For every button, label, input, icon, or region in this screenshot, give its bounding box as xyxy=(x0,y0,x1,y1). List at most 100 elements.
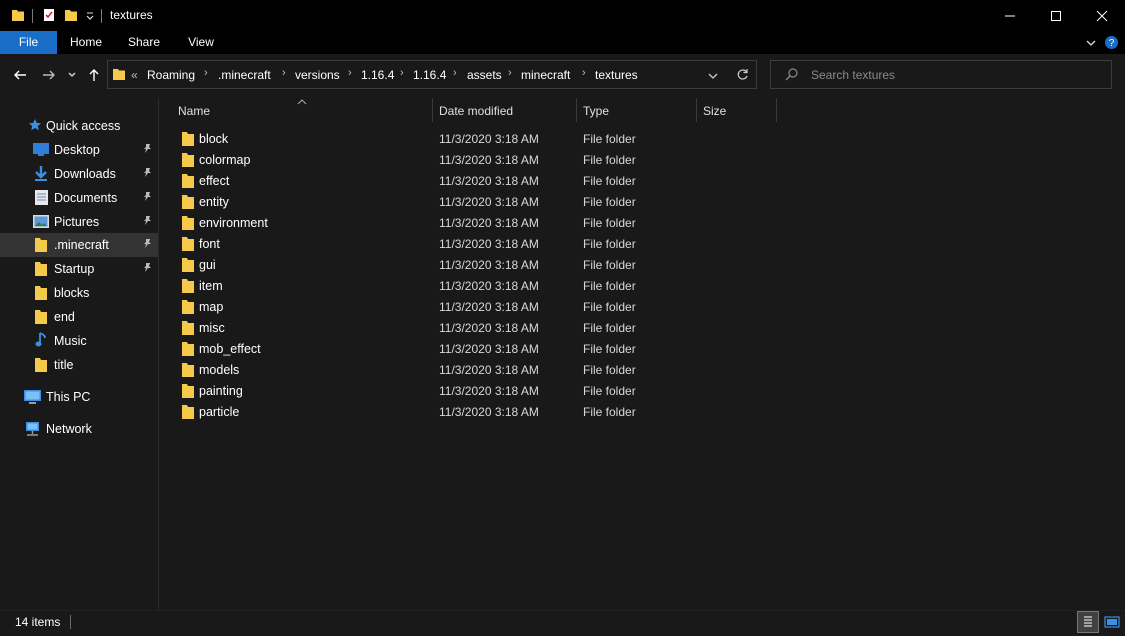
minimize-button[interactable] xyxy=(987,0,1033,31)
breadcrumb-roaming[interactable]: Roaming xyxy=(147,68,195,82)
column-resize-handle[interactable] xyxy=(696,98,697,122)
large-icons-view-button[interactable] xyxy=(1101,611,1123,633)
pane-divider[interactable] xyxy=(158,98,159,610)
list-item[interactable]: entity 11/3/2020 3:18 AM File folder xyxy=(172,191,692,212)
breadcrumb-overflow[interactable]: « xyxy=(131,68,138,82)
new-folder-icon[interactable] xyxy=(64,8,78,25)
sidebar-item-music[interactable]: Music xyxy=(0,329,158,353)
maximize-button[interactable] xyxy=(1033,0,1079,31)
breadcrumb-minecraft-root[interactable]: .minecraft xyxy=(218,68,271,82)
address-history-chevron-icon[interactable] xyxy=(707,71,719,85)
sidebar-item-blocks[interactable]: blocks xyxy=(0,281,158,305)
breadcrumb-separator-icon[interactable]: › xyxy=(348,67,352,79)
list-item[interactable]: particle 11/3/2020 3:18 AM File folder xyxy=(172,401,692,422)
file-date-modified: 11/3/2020 3:18 AM xyxy=(439,405,539,419)
list-item[interactable]: map 11/3/2020 3:18 AM File folder xyxy=(172,296,692,317)
list-item[interactable]: models 11/3/2020 3:18 AM File folder xyxy=(172,359,692,380)
network-icon xyxy=(24,421,41,440)
breadcrumb-minecraft[interactable]: minecraft xyxy=(521,68,570,82)
list-item[interactable]: mob_effect 11/3/2020 3:18 AM File folder xyxy=(172,338,692,359)
expand-ribbon-chevron-icon[interactable] xyxy=(1085,37,1097,51)
file-type: File folder xyxy=(583,216,636,230)
list-item[interactable]: font 11/3/2020 3:18 AM File folder xyxy=(172,233,692,254)
column-header-name[interactable]: Name xyxy=(178,104,210,118)
tab-view[interactable]: View xyxy=(181,31,221,54)
breadcrumb-separator-icon[interactable]: › xyxy=(582,67,586,79)
breadcrumb-separator-icon[interactable]: › xyxy=(508,67,512,79)
properties-icon[interactable] xyxy=(42,8,56,25)
list-item[interactable]: block 11/3/2020 3:18 AM File folder xyxy=(172,128,692,149)
pin-icon[interactable] xyxy=(142,191,153,205)
list-item[interactable]: environment 11/3/2020 3:18 AM File folder xyxy=(172,212,692,233)
folder-icon xyxy=(34,309,48,328)
breadcrumb-version-1[interactable]: 1.16.4 xyxy=(361,68,394,82)
breadcrumb-version-2[interactable]: 1.16.4 xyxy=(413,68,446,82)
sidebar-item-this-pc[interactable]: This PC xyxy=(0,385,158,409)
file-date-modified: 11/3/2020 3:18 AM xyxy=(439,321,539,335)
sidebar-item-startup[interactable]: Startup xyxy=(0,257,158,281)
file-type: File folder xyxy=(583,258,636,272)
minimize-icon xyxy=(1005,15,1015,16)
tab-file[interactable]: File xyxy=(0,31,57,54)
pin-icon[interactable] xyxy=(142,262,153,276)
details-view-icon xyxy=(1084,616,1092,627)
pin-icon[interactable] xyxy=(142,215,153,229)
column-header-date-modified[interactable]: Date modified xyxy=(439,104,513,118)
file-name: effect xyxy=(199,174,230,188)
back-button[interactable] xyxy=(9,63,31,87)
pin-icon[interactable] xyxy=(142,238,153,252)
sidebar-item-pictures[interactable]: Pictures xyxy=(0,210,158,234)
sidebar-item-quick-access[interactable]: Quick access xyxy=(0,114,158,138)
sidebar-label: .minecraft xyxy=(54,238,109,252)
refresh-icon[interactable] xyxy=(736,68,749,84)
sidebar-item-minecraft[interactable]: .minecraft xyxy=(0,233,158,257)
breadcrumb-versions[interactable]: versions xyxy=(295,68,340,82)
help-icon[interactable]: ? xyxy=(1104,35,1119,53)
column-resize-handle[interactable] xyxy=(432,98,433,122)
pin-icon[interactable] xyxy=(142,143,153,157)
list-item[interactable]: gui 11/3/2020 3:18 AM File folder xyxy=(172,254,692,275)
forward-button[interactable] xyxy=(38,63,60,87)
address-bar[interactable]: « Roaming › .minecraft › versions › 1.16… xyxy=(107,60,757,89)
breadcrumb-separator-icon[interactable]: › xyxy=(400,67,404,79)
list-item[interactable]: effect 11/3/2020 3:18 AM File folder xyxy=(172,170,692,191)
file-date-modified: 11/3/2020 3:18 AM xyxy=(439,300,539,314)
list-item[interactable]: misc 11/3/2020 3:18 AM File folder xyxy=(172,317,692,338)
sidebar-item-title[interactable]: title xyxy=(0,353,158,377)
column-header-type[interactable]: Type xyxy=(583,104,609,118)
list-item[interactable]: item 11/3/2020 3:18 AM File folder xyxy=(172,275,692,296)
file-date-modified: 11/3/2020 3:18 AM xyxy=(439,363,539,377)
column-resize-handle[interactable] xyxy=(576,98,577,122)
sidebar-item-network[interactable]: Network xyxy=(0,417,158,441)
customize-toolbar-chevron-icon[interactable] xyxy=(85,10,95,24)
file-type: File folder xyxy=(583,300,636,314)
close-button[interactable] xyxy=(1079,0,1125,31)
recent-locations-button[interactable] xyxy=(64,63,80,87)
folder-icon xyxy=(181,194,195,213)
search-box[interactable]: Search textures xyxy=(770,60,1112,89)
sidebar-item-end[interactable]: end xyxy=(0,305,158,329)
folder-icon xyxy=(181,215,195,234)
breadcrumb-textures[interactable]: textures xyxy=(595,68,638,82)
tab-home[interactable]: Home xyxy=(66,31,106,54)
breadcrumb-separator-icon[interactable]: › xyxy=(453,67,457,79)
sidebar-label: Network xyxy=(46,422,92,436)
up-button[interactable] xyxy=(83,63,105,87)
details-view-button[interactable] xyxy=(1077,611,1099,633)
file-date-modified: 11/3/2020 3:18 AM xyxy=(439,279,539,293)
column-header-size[interactable]: Size xyxy=(703,104,726,118)
file-type: File folder xyxy=(583,195,636,209)
breadcrumb-separator-icon[interactable]: › xyxy=(204,67,208,79)
tab-share[interactable]: Share xyxy=(124,31,164,54)
list-item[interactable]: colormap 11/3/2020 3:18 AM File folder xyxy=(172,149,692,170)
sidebar-item-documents[interactable]: Documents xyxy=(0,186,158,210)
sidebar-label: This PC xyxy=(46,390,91,404)
column-resize-handle[interactable] xyxy=(776,98,777,122)
breadcrumb-assets[interactable]: assets xyxy=(467,68,502,82)
sidebar-label: blocks xyxy=(54,286,90,300)
breadcrumb-separator-icon[interactable]: › xyxy=(282,67,286,79)
sidebar-item-desktop[interactable]: Desktop xyxy=(0,138,158,162)
sidebar-item-downloads[interactable]: Downloads xyxy=(0,162,158,186)
pin-icon[interactable] xyxy=(142,167,153,181)
list-item[interactable]: painting 11/3/2020 3:18 AM File folder xyxy=(172,380,692,401)
